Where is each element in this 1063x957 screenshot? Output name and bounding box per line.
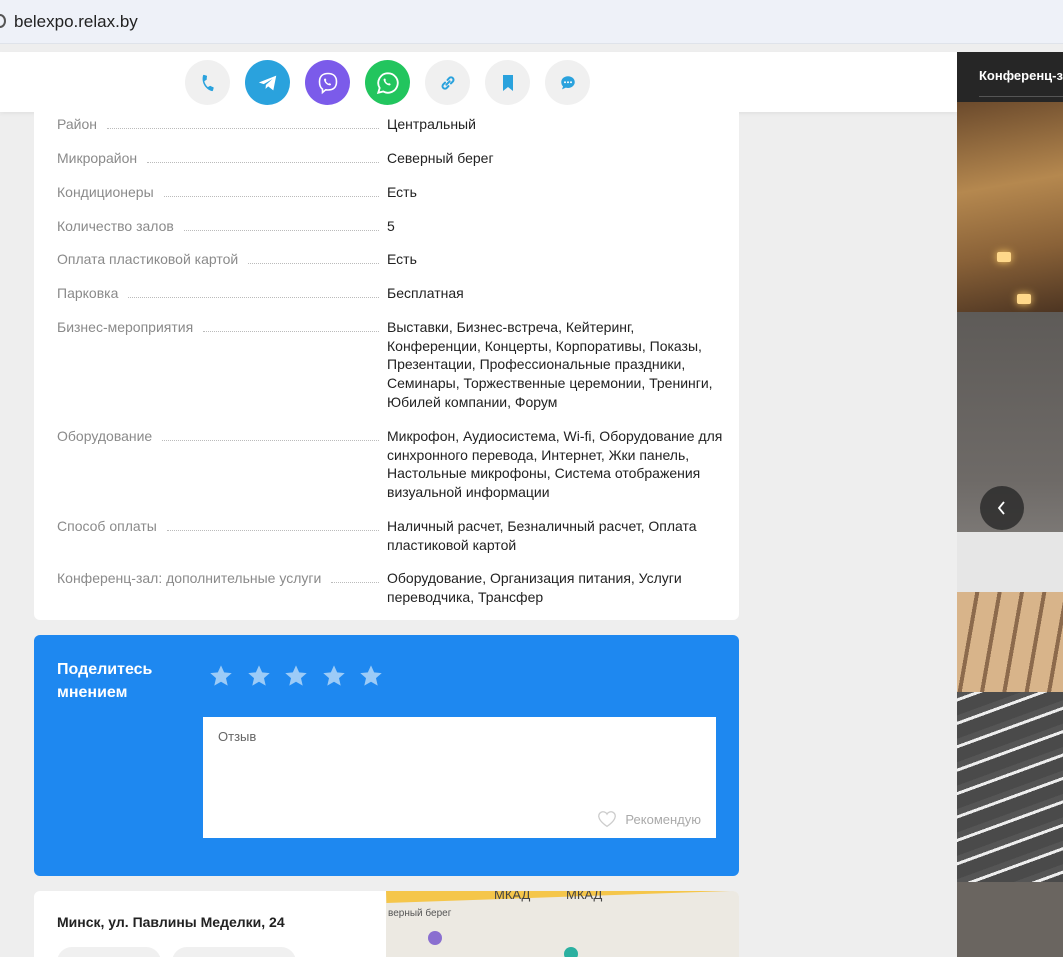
detail-label: Количество залов (57, 217, 184, 235)
gallery-prev-button[interactable] (980, 486, 1024, 530)
chat-icon (560, 75, 575, 89)
chevron-left-icon (997, 501, 1005, 515)
chat-button[interactable] (545, 60, 590, 105)
detail-value: Бесплатная (387, 285, 464, 301)
map-poi-icon[interactable] (428, 931, 442, 945)
gallery-title: Конференц-з (979, 68, 1063, 83)
whatsapp-button[interactable] (365, 60, 410, 105)
dotted-leader (203, 331, 379, 332)
detail-label: Кондиционеры (57, 183, 164, 201)
telegram-icon (258, 75, 276, 90)
photo-gallery[interactable]: Конференц-з (957, 52, 1063, 957)
detail-label: Способ оплаты (57, 517, 167, 535)
detail-label: Конференц-зал: дополнительные услуги (57, 569, 332, 587)
detail-label: Парковка (57, 284, 129, 302)
browser-address-bar[interactable]: belexpo.relax.by (0, 0, 1063, 44)
detail-value: Микрофон, Аудиосистема, Wi-fi, Оборудова… (387, 428, 723, 501)
dotted-leader (162, 440, 379, 441)
review-title: Поделитесь мнением (57, 661, 153, 701)
viber-button[interactable] (305, 60, 350, 105)
copy-link-button[interactable] (425, 60, 470, 105)
detail-value: Северный берег (387, 150, 494, 166)
detail-value: Оборудование, Организация питания, Услуг… (387, 570, 682, 605)
dotted-leader (107, 128, 379, 129)
phone-button[interactable] (185, 60, 230, 105)
location-tag[interactable] (172, 947, 296, 957)
detail-value: Есть (387, 184, 417, 200)
review-placeholder: Отзыв (218, 729, 257, 744)
detail-value: Наличный расчет, Безналичный расчет, Опл… (387, 518, 697, 553)
map-road-label: МКАД (494, 891, 531, 902)
whatsapp-icon (376, 71, 399, 94)
map-district-label: верный берег (388, 908, 452, 919)
bookmark-icon (502, 74, 513, 91)
detail-value: Выставки, Бизнес-встреча, Кейтеринг, Кон… (387, 319, 713, 410)
share-bar (0, 52, 957, 112)
site-info-icon[interactable] (0, 14, 6, 28)
dotted-leader (166, 530, 379, 531)
dotted-leader (128, 297, 379, 298)
detail-label: Оборудование (57, 427, 163, 445)
star-icon[interactable] (358, 663, 384, 689)
review-textarea[interactable]: Отзыв Рекомендую (203, 717, 716, 838)
dotted-leader (147, 162, 379, 163)
dotted-leader (248, 263, 379, 264)
dotted-leader (163, 196, 379, 197)
recommend-toggle[interactable]: Рекомендую (597, 810, 701, 828)
detail-label: Район (57, 115, 107, 133)
location-card: Минск, ул. Павлины Меделки, 24 МКАД МКАД… (34, 891, 739, 957)
review-panel: Поделитесь мнением Отзыв Рекомендую (34, 635, 739, 876)
star-icon[interactable] (208, 663, 234, 689)
star-icon[interactable] (321, 663, 347, 689)
map-poi-icon[interactable] (564, 947, 578, 957)
star-icon[interactable] (246, 663, 272, 689)
venue-details-card: Район Центральный Микрорайон Северный бе… (34, 110, 739, 620)
detail-value: Есть (387, 251, 417, 267)
gallery-photo (957, 102, 1063, 312)
recommend-label: Рекомендую (625, 811, 701, 827)
detail-value: Центральный (387, 116, 476, 132)
bookmark-button[interactable] (485, 60, 530, 105)
map-road-label: МКАД (566, 891, 603, 902)
detail-label: Бизнес-мероприятия (57, 318, 204, 336)
map-widget[interactable]: МКАД МКАД верный берег (386, 891, 739, 957)
heart-icon (598, 811, 617, 828)
phone-icon (202, 74, 214, 91)
dotted-leader (331, 582, 379, 583)
link-icon (441, 75, 454, 90)
gallery-header: Конференц-з (957, 52, 1063, 102)
url-text[interactable]: belexpo.relax.by (14, 12, 138, 32)
venue-address: Минск, ул. Павлины Меделки, 24 (57, 914, 285, 930)
star-icon[interactable] (283, 663, 309, 689)
location-tag[interactable] (57, 947, 161, 957)
detail-label: Оплата пластиковой картой (57, 250, 249, 268)
map-road (386, 891, 739, 903)
dotted-leader (183, 230, 379, 231)
viber-icon (318, 72, 337, 94)
detail-label: Микрорайон (57, 149, 148, 167)
detail-value: 5 (387, 218, 395, 234)
telegram-button[interactable] (245, 60, 290, 105)
rating-stars[interactable] (208, 663, 396, 689)
